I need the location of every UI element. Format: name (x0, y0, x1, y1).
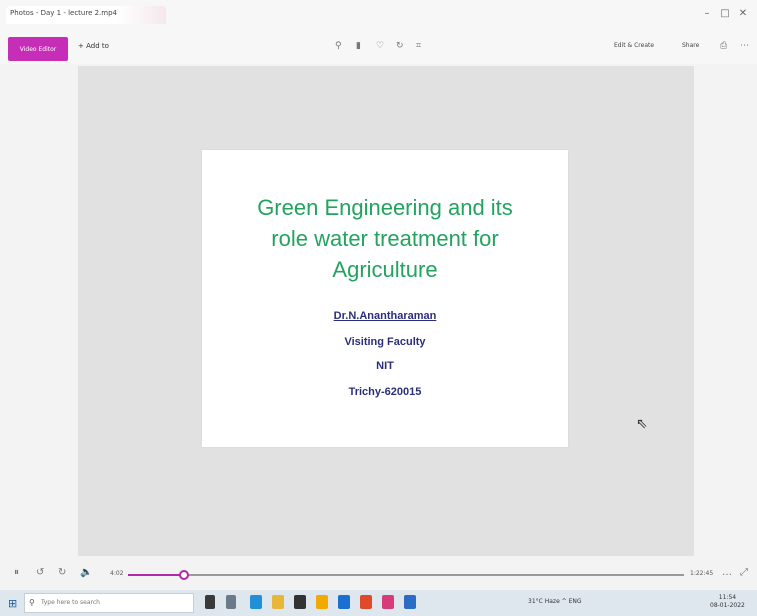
presentation-slide: Green Engineering and its role water tre… (202, 150, 568, 447)
widgets-icon[interactable] (226, 595, 236, 609)
delete-icon[interactable]: ▮ (356, 41, 361, 51)
clock-date: 08-01-2022 (710, 602, 745, 609)
taskbar: ⊞ ⚲ Type here to search 31°C Haze ^ ENG … (0, 590, 757, 616)
chrome-icon[interactable] (360, 595, 372, 609)
system-tray[interactable]: 31°C Haze ^ ENG (528, 598, 582, 605)
fullscreen-icon[interactable]: ⤢ (740, 567, 748, 578)
volume-icon[interactable]: 🔈 (80, 567, 92, 578)
video-editor-button[interactable]: Video Editor (8, 37, 68, 61)
current-time: 4:02 (110, 570, 124, 577)
slide-title-line-1: Green Engineering and its (257, 195, 513, 220)
title-bar: Photos - Day 1 - lecture 2.mp4 – □ ✕ (0, 0, 757, 30)
video-editor-label: Video Editor (19, 45, 57, 53)
start-icon[interactable]: ⊞ (8, 597, 17, 610)
edit-create-button[interactable]: Edit & Create (614, 42, 654, 49)
app-icon-2[interactable] (338, 595, 350, 609)
clock-time: 11:54 (718, 594, 737, 601)
window-title: Photos - Day 1 - lecture 2.mp4 (10, 9, 117, 17)
toolbar: Video Editor + Add to ⚲ ▮ ♡ ↻ ⌗ Edit & C… (0, 30, 757, 64)
taskbar-search[interactable]: ⚲ Type here to search (24, 593, 194, 613)
seek-thumb[interactable] (178, 570, 189, 580)
more-icon[interactable]: ⋯ (740, 41, 749, 51)
slide-title: Green Engineering and its role water tre… (202, 192, 568, 285)
rotate-icon[interactable]: ↻ (396, 41, 404, 51)
search-icon: ⚲ (29, 598, 35, 607)
crop-icon[interactable]: ⌗ (416, 41, 421, 51)
playback-controls: ⏸ ↺ ↻ 🔈 4:02 1:22:45 … ⤢ (0, 562, 757, 588)
word-icon[interactable] (404, 595, 416, 609)
share-button[interactable]: Share (682, 42, 699, 49)
minimize-button[interactable]: – (700, 8, 714, 19)
file-explorer-icon[interactable] (272, 595, 284, 609)
seek-progress (128, 574, 184, 576)
forward-icon[interactable]: ↻ (58, 567, 66, 578)
add-to-button[interactable]: + Add to (78, 42, 109, 50)
photos-icon[interactable] (382, 595, 394, 609)
slide-position: Visiting Faculty (344, 336, 426, 348)
maximize-button[interactable]: □ (718, 8, 732, 19)
print-icon[interactable]: ⎙ (720, 41, 727, 51)
clock[interactable]: 11:54 08-01-2022 (710, 594, 745, 610)
rewind-icon[interactable]: ↺ (36, 567, 44, 578)
slide-place: Trichy-620015 (348, 386, 422, 398)
slide-title-line-3: Agriculture (332, 257, 438, 282)
store-icon[interactable] (294, 595, 306, 609)
slide-institute: NIT (376, 360, 394, 372)
zoom-icon[interactable]: ⚲ (335, 41, 342, 51)
total-time: 1:22:45 (690, 570, 714, 577)
task-view-icon[interactable] (205, 595, 215, 609)
edge-icon[interactable] (250, 595, 262, 609)
close-button[interactable]: ✕ (736, 8, 750, 19)
slide-author: Dr.N.Anantharaman (333, 310, 437, 322)
search-placeholder: Type here to search (41, 599, 100, 606)
app-icon-1[interactable] (316, 595, 328, 609)
favorite-icon[interactable]: ♡ (376, 41, 384, 51)
pause-icon[interactable]: ⏸ (14, 567, 19, 578)
slide-title-line-2: role water treatment for (271, 226, 499, 251)
mouse-cursor-icon: ⇖ (636, 416, 648, 432)
seek-track[interactable] (128, 574, 684, 576)
more-options-icon[interactable]: … (722, 567, 732, 578)
